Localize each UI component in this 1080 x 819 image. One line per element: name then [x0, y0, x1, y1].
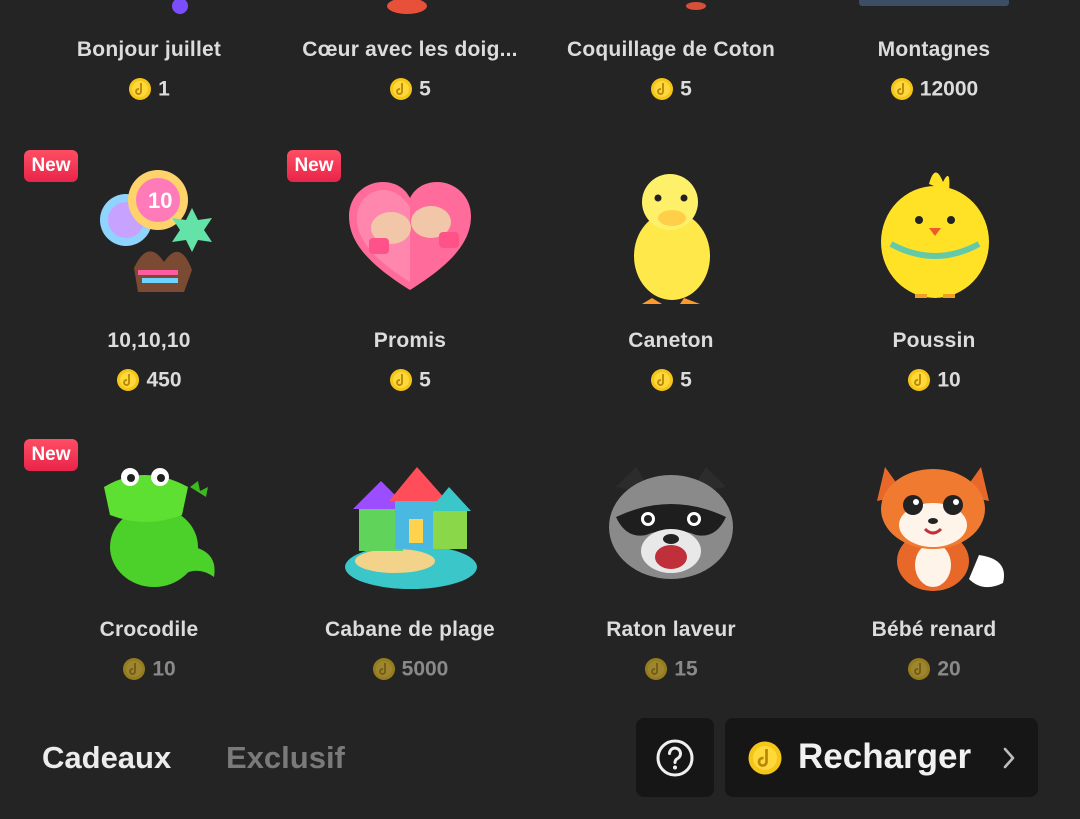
question-mark-icon	[656, 739, 694, 777]
gift-price-value: 1	[158, 77, 170, 101]
cotton-shell-gift-icon	[686, 2, 706, 10]
gift-price-value: 10	[937, 368, 961, 392]
gift-tile[interactable]: Bébé renard 20	[803, 439, 1065, 728]
gift-price: 15	[540, 657, 802, 681]
gift-name: Cœur avec les doig...	[302, 38, 518, 61]
gift-price-value: 20	[937, 657, 961, 681]
hello-july-gift-icon	[172, 0, 188, 14]
gift-price-value: 450	[146, 368, 182, 392]
gift-price: 5	[279, 368, 541, 392]
coin-icon	[123, 658, 146, 681]
coin-icon	[129, 78, 152, 101]
crocodile-gift-icon	[104, 468, 215, 587]
coin-icon	[651, 369, 674, 392]
mountains-gift-icon	[859, 0, 1009, 6]
tab-exclusive[interactable]: Exclusif	[226, 740, 345, 776]
gift-tile[interactable]: Cabane de plage 5000	[279, 439, 541, 728]
gift-name: Bonjour juillet	[76, 38, 222, 61]
gift-price: 5000	[279, 657, 541, 681]
gift-price-value: 5000	[401, 657, 449, 681]
help-button[interactable]	[636, 718, 714, 797]
recharge-label: Recharger	[798, 737, 972, 776]
gift-tile[interactable]: New 10 10,10,10 450	[18, 150, 280, 439]
gift-price-value: 5	[419, 77, 431, 101]
gift-tile[interactable]: Coquillage de Coton 5	[540, 0, 802, 169]
gift-price-value: 12000	[919, 77, 979, 101]
gift-tile[interactable]: Bonjour juillet 1	[18, 0, 280, 169]
coin-icon	[908, 369, 931, 392]
gift-price: 5	[540, 77, 802, 101]
finger-heart-gift-icon	[387, 0, 427, 14]
bottom-bar: Cadeaux Exclusif Recharger	[0, 700, 1080, 819]
beach-hut-gift-icon	[345, 467, 477, 589]
gift-price: 12000	[803, 77, 1065, 101]
gift-tile[interactable]: Raton laveur 15	[540, 439, 802, 728]
gift-tile[interactable]: New Crocodile 10	[18, 439, 280, 728]
recharge-button[interactable]: Recharger	[725, 718, 1038, 797]
gift-name: Raton laveur	[606, 618, 736, 641]
gift-price: 1	[18, 77, 280, 101]
chick-gift-icon	[881, 172, 989, 298]
gift-name: 10,10,10	[107, 329, 191, 352]
gift-name: Crocodile	[99, 618, 199, 641]
new-badge: New	[24, 150, 78, 182]
gift-name: Bébé renard	[871, 618, 997, 641]
coin-icon	[390, 369, 413, 392]
gift-price: 20	[803, 657, 1065, 681]
new-badge: New	[24, 439, 78, 471]
new-badge: New	[287, 150, 341, 182]
gift-name: Promis	[373, 329, 447, 352]
gift-tile[interactable]: Poussin 10	[803, 150, 1065, 439]
coin-icon	[651, 78, 674, 101]
gift-price-value: 5	[680, 368, 692, 392]
duckling-gift-icon	[634, 174, 710, 304]
gift-price-value: 5	[419, 368, 431, 392]
ten-ten-ten-balloons-gift-icon: 10	[100, 170, 212, 292]
gift-grid: Bonjour juillet 1 Cœur avec les doig... …	[0, 0, 1080, 700]
gift-price: 5	[279, 77, 541, 101]
gift-price: 10	[803, 368, 1065, 392]
gift-tile[interactable]: New Promis 5	[279, 150, 541, 439]
gift-name: Poussin	[892, 329, 976, 352]
svg-text:10: 10	[148, 188, 172, 213]
gift-price: 5	[540, 368, 802, 392]
gift-name: Cabane de plage	[325, 618, 495, 641]
gift-tile[interactable]: Cœur avec les doig... 5	[279, 0, 541, 169]
gift-name: Coquillage de Coton	[567, 38, 775, 61]
baby-fox-gift-icon	[877, 467, 1004, 591]
pinky-promise-heart-gift-icon	[349, 182, 471, 290]
coin-icon	[908, 658, 931, 681]
raccoon-gift-icon	[609, 467, 733, 579]
gift-price: 10	[18, 657, 280, 681]
gift-name: Caneton	[628, 329, 714, 352]
gift-name: Montagnes	[877, 38, 991, 61]
gift-price-value: 15	[674, 657, 698, 681]
coin-icon	[645, 658, 668, 681]
gift-price: 450	[18, 368, 280, 392]
gift-price-value: 10	[152, 657, 176, 681]
coin-icon	[372, 658, 395, 681]
tab-gifts[interactable]: Cadeaux	[42, 740, 171, 776]
gift-tile[interactable]: Montagnes 12000	[803, 0, 1065, 169]
coin-icon	[890, 78, 913, 101]
coin-icon	[390, 78, 413, 101]
coin-icon	[748, 741, 782, 775]
gift-price-value: 5	[680, 77, 692, 101]
chevron-right-icon	[1003, 747, 1015, 769]
coin-icon	[117, 369, 140, 392]
gift-tile[interactable]: Caneton 5	[540, 150, 802, 439]
